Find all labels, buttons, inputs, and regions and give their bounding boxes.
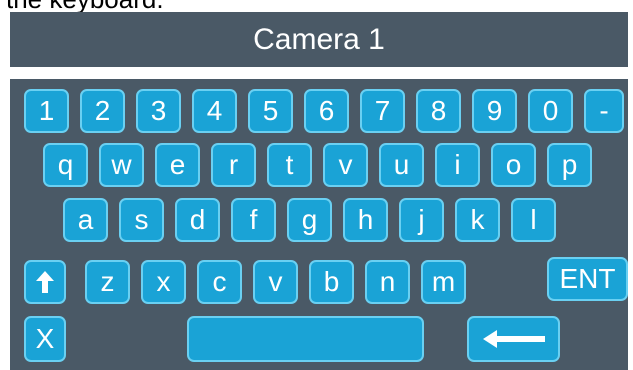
key-8[interactable]: 8 bbox=[416, 89, 461, 133]
key-label: i bbox=[454, 149, 461, 180]
field-title: Camera 1 bbox=[253, 22, 385, 56]
key-label: j bbox=[418, 204, 425, 235]
key-label: w bbox=[111, 149, 132, 180]
key-label: h bbox=[357, 204, 374, 235]
key-label: c bbox=[212, 266, 227, 297]
key-label: 7 bbox=[374, 95, 391, 126]
key-minus[interactable]: - bbox=[584, 89, 624, 133]
key-label: - bbox=[599, 95, 609, 126]
key-a[interactable]: a bbox=[63, 198, 108, 242]
keyboard-panel: 1 2 3 4 5 6 7 8 9 0 - q w e r t v u i o … bbox=[10, 79, 628, 370]
key-m[interactable]: m bbox=[421, 260, 466, 304]
key-label: r bbox=[228, 149, 239, 180]
key-label: z bbox=[100, 266, 115, 297]
key-label: 3 bbox=[150, 95, 167, 126]
field-title-bar: Camera 1 bbox=[10, 12, 628, 67]
key-3[interactable]: 3 bbox=[136, 89, 181, 133]
key-v-top[interactable]: v bbox=[323, 143, 368, 187]
key-c[interactable]: c bbox=[197, 260, 242, 304]
key-i[interactable]: i bbox=[435, 143, 480, 187]
key-label: s bbox=[134, 204, 149, 235]
key-f[interactable]: f bbox=[231, 198, 276, 242]
key-label: t bbox=[285, 149, 294, 180]
key-b[interactable]: b bbox=[309, 260, 354, 304]
key-label: g bbox=[301, 204, 318, 235]
key-label: f bbox=[249, 204, 258, 235]
key-label: 0 bbox=[542, 95, 559, 126]
key-t[interactable]: t bbox=[267, 143, 312, 187]
key-label: e bbox=[169, 149, 186, 180]
key-x[interactable]: x bbox=[141, 260, 186, 304]
key-5[interactable]: 5 bbox=[248, 89, 293, 133]
key-label: d bbox=[189, 204, 206, 235]
key-n[interactable]: n bbox=[365, 260, 410, 304]
arrow-up-icon bbox=[36, 271, 54, 293]
key-d[interactable]: d bbox=[175, 198, 220, 242]
key-s[interactable]: s bbox=[119, 198, 164, 242]
key-z[interactable]: z bbox=[85, 260, 130, 304]
key-label: p bbox=[561, 149, 578, 180]
key-label: b bbox=[323, 266, 340, 297]
key-label: x bbox=[156, 266, 171, 297]
arrow-left-icon bbox=[482, 330, 545, 348]
key-u[interactable]: u bbox=[379, 143, 424, 187]
key-label: q bbox=[57, 149, 74, 180]
key-1[interactable]: 1 bbox=[24, 89, 69, 133]
key-g[interactable]: g bbox=[287, 198, 332, 242]
key-2[interactable]: 2 bbox=[80, 89, 125, 133]
key-label: 5 bbox=[262, 95, 279, 126]
key-j[interactable]: j bbox=[399, 198, 444, 242]
key-6[interactable]: 6 bbox=[304, 89, 349, 133]
enter-key[interactable]: ENT bbox=[547, 257, 628, 301]
key-label: v bbox=[338, 149, 353, 180]
key-r[interactable]: r bbox=[211, 143, 256, 187]
key-label: v bbox=[268, 266, 283, 297]
key-label: ENT bbox=[559, 263, 616, 294]
key-label: o bbox=[505, 149, 522, 180]
key-label: 6 bbox=[318, 95, 335, 126]
key-label: 4 bbox=[206, 95, 223, 126]
key-9[interactable]: 9 bbox=[472, 89, 517, 133]
key-k[interactable]: k bbox=[455, 198, 500, 242]
key-l[interactable]: l bbox=[511, 198, 556, 242]
cancel-key[interactable]: X bbox=[24, 316, 66, 362]
key-4[interactable]: 4 bbox=[192, 89, 237, 133]
key-label: l bbox=[530, 204, 537, 235]
key-label: m bbox=[431, 266, 456, 297]
key-0[interactable]: 0 bbox=[528, 89, 573, 133]
key-label: u bbox=[393, 149, 410, 180]
key-e[interactable]: e bbox=[155, 143, 200, 187]
key-7[interactable]: 7 bbox=[360, 89, 405, 133]
key-v[interactable]: v bbox=[253, 260, 298, 304]
key-label: 2 bbox=[94, 95, 111, 126]
key-label: k bbox=[470, 204, 485, 235]
key-label: X bbox=[35, 323, 55, 354]
key-label: 1 bbox=[38, 95, 55, 126]
key-w[interactable]: w bbox=[99, 143, 144, 187]
key-h[interactable]: h bbox=[343, 198, 388, 242]
key-q[interactable]: q bbox=[43, 143, 88, 187]
key-label: n bbox=[379, 266, 396, 297]
space-key[interactable] bbox=[187, 316, 424, 362]
shift-key[interactable] bbox=[24, 260, 66, 304]
backspace-key[interactable] bbox=[467, 316, 560, 362]
key-label: 9 bbox=[486, 95, 503, 126]
key-label: 8 bbox=[430, 95, 447, 126]
key-p[interactable]: p bbox=[547, 143, 592, 187]
key-label: a bbox=[77, 204, 94, 235]
key-o[interactable]: o bbox=[491, 143, 536, 187]
